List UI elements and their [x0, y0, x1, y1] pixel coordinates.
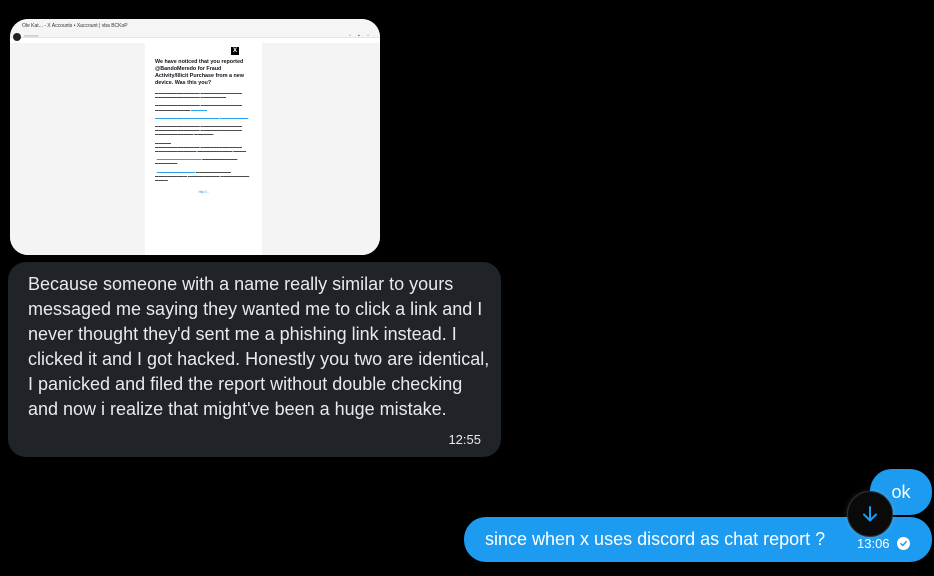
attachment-email-footer-link: http://... — [198, 190, 210, 195]
received-message-text: Because someone with a name really simil… — [28, 274, 490, 419]
attachment-email-paragraph: ▬▬▬▬▬▬▬▬▬▬▬▬▬▬ ▬▬▬▬▬▬▬▬▬▬▬ ▬▬▬▬▬▬▬ — [155, 157, 238, 166]
attachment-email-paragraph: ▬▬▬▬▬ ▬▬▬▬▬▬▬▬▬▬▬▬▬▬ ▬▬▬▬▬▬▬▬▬▬▬▬▬ ▬▬▬▬▬▬… — [155, 140, 247, 154]
attachment-email-paragraph: ▬▬▬▬▬▬▬▬▬▬▬▬▬▬ ▬▬▬▬▬▬▬▬▬▬▬▬▬ ▬▬▬▬▬▬▬▬▬▬▬… — [155, 103, 242, 112]
x-logo-icon: X — [231, 47, 239, 55]
attachment-email-paragraph: ▬▬▬▬▬▬▬▬▬▬▬▬▬▬ ▬▬▬▬▬▬▬▬▬▬▬▬▬ ▬▬▬▬▬▬▬▬▬▬▬… — [155, 124, 242, 137]
received-message-time: 12:55 — [448, 432, 481, 447]
received-message-bubble[interactable]: Because someone with a name really simil… — [8, 262, 501, 457]
attachment-tab-title: Ole Kat... - X Accounts • Xaccount | vba… — [22, 23, 128, 29]
image-attachment[interactable]: Ole Kat... - X Accounts • Xaccount | vba… — [10, 19, 380, 255]
sent-message-text: ok — [891, 482, 911, 502]
attachment-email-body: X We have noticed that you reported @Ban… — [147, 43, 261, 255]
sent-message-text: since when x uses discord as chat report… — [485, 529, 826, 549]
attachment-sender-line: ━━━━━━━━ — [24, 34, 39, 38]
check-circle-icon — [897, 537, 910, 550]
attachment-browser-bar: Ole Kat... - X Accounts • Xaccount | vba… — [10, 19, 380, 38]
attachment-email-paragraph: ▬▬▬▬▬▬▬▬▬▬▬▬ ▬▬▬▬▬▬▬▬▬▬▬ ▬▬▬▬▬▬▬▬▬▬ ▬▬▬▬… — [155, 169, 250, 183]
attachment-email-paragraph: ▬▬▬▬▬▬▬▬▬▬▬▬▬▬▬▬▬▬▬▬ ▬▬▬▬▬▬▬▬▬ — [155, 115, 249, 120]
attachment-window-controls: ▫ ▪ ▫ — [348, 33, 372, 39]
attachment-sender-avatar — [13, 33, 21, 41]
chat-conversation: Ole Kat... - X Accounts • Xaccount | vba… — [0, 0, 934, 576]
attachment-email-paragraph: ▬▬▬▬▬▬▬▬▬▬▬▬▬▬ ▬▬▬▬▬▬▬▬▬▬▬▬▬ ▬▬▬▬▬▬▬▬▬▬▬… — [155, 91, 242, 100]
scroll-to-bottom-button[interactable] — [847, 491, 893, 537]
attachment-email-heading: We have noticed that you reported @Bando… — [155, 59, 244, 86]
sent-message-time: 13:06 — [857, 536, 890, 551]
arrow-down-icon — [863, 506, 877, 522]
